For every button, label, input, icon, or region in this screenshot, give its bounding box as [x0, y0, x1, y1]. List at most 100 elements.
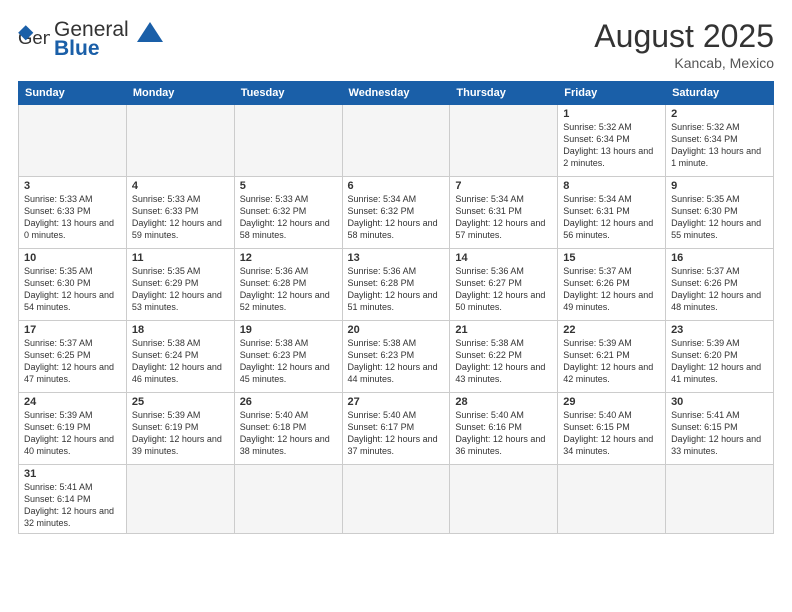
table-row: 15Sunrise: 5:37 AM Sunset: 6:26 PM Dayli… [558, 249, 666, 321]
page: General General Blue August 2025 Kancab,… [0, 0, 792, 612]
day-info: Sunrise: 5:37 AM Sunset: 6:26 PM Dayligh… [671, 265, 768, 314]
day-number: 11 [132, 252, 229, 264]
day-number: 16 [671, 252, 768, 264]
table-row: 7Sunrise: 5:34 AM Sunset: 6:31 PM Daylig… [450, 177, 558, 249]
table-row: 6Sunrise: 5:34 AM Sunset: 6:32 PM Daylig… [342, 177, 450, 249]
table-row: 4Sunrise: 5:33 AM Sunset: 6:33 PM Daylig… [126, 177, 234, 249]
day-info: Sunrise: 5:35 AM Sunset: 6:30 PM Dayligh… [24, 265, 121, 314]
table-row [19, 105, 127, 177]
day-number: 21 [455, 324, 552, 336]
table-row: 3Sunrise: 5:33 AM Sunset: 6:33 PM Daylig… [19, 177, 127, 249]
day-info: Sunrise: 5:33 AM Sunset: 6:32 PM Dayligh… [240, 193, 337, 242]
day-info: Sunrise: 5:40 AM Sunset: 6:15 PM Dayligh… [563, 409, 660, 458]
day-info: Sunrise: 5:39 AM Sunset: 6:19 PM Dayligh… [132, 409, 229, 458]
day-info: Sunrise: 5:38 AM Sunset: 6:24 PM Dayligh… [132, 337, 229, 386]
logo: General General Blue [18, 18, 165, 60]
table-row: 13Sunrise: 5:36 AM Sunset: 6:28 PM Dayli… [342, 249, 450, 321]
day-number: 22 [563, 324, 660, 336]
table-row: 18Sunrise: 5:38 AM Sunset: 6:24 PM Dayli… [126, 321, 234, 393]
title-block: August 2025 Kancab, Mexico [594, 18, 774, 71]
day-number: 8 [563, 180, 660, 192]
table-row: 29Sunrise: 5:40 AM Sunset: 6:15 PM Dayli… [558, 393, 666, 465]
table-row [126, 105, 234, 177]
day-info: Sunrise: 5:39 AM Sunset: 6:19 PM Dayligh… [24, 409, 121, 458]
table-row [342, 465, 450, 534]
day-number: 2 [671, 108, 768, 120]
day-info: Sunrise: 5:34 AM Sunset: 6:32 PM Dayligh… [348, 193, 445, 242]
calendar-week-row: 3Sunrise: 5:33 AM Sunset: 6:33 PM Daylig… [19, 177, 774, 249]
day-number: 20 [348, 324, 445, 336]
day-info: Sunrise: 5:34 AM Sunset: 6:31 PM Dayligh… [455, 193, 552, 242]
day-number: 26 [240, 396, 337, 408]
table-row: 16Sunrise: 5:37 AM Sunset: 6:26 PM Dayli… [666, 249, 774, 321]
table-row [450, 465, 558, 534]
day-info: Sunrise: 5:41 AM Sunset: 6:15 PM Dayligh… [671, 409, 768, 458]
day-info: Sunrise: 5:38 AM Sunset: 6:22 PM Dayligh… [455, 337, 552, 386]
col-thursday: Thursday [450, 82, 558, 105]
table-row: 2Sunrise: 5:32 AM Sunset: 6:34 PM Daylig… [666, 105, 774, 177]
table-row: 31Sunrise: 5:41 AM Sunset: 6:14 PM Dayli… [19, 465, 127, 534]
table-row: 17Sunrise: 5:37 AM Sunset: 6:25 PM Dayli… [19, 321, 127, 393]
day-info: Sunrise: 5:39 AM Sunset: 6:20 PM Dayligh… [671, 337, 768, 386]
table-row: 10Sunrise: 5:35 AM Sunset: 6:30 PM Dayli… [19, 249, 127, 321]
day-number: 6 [348, 180, 445, 192]
table-row: 11Sunrise: 5:35 AM Sunset: 6:29 PM Dayli… [126, 249, 234, 321]
table-row [558, 465, 666, 534]
table-row: 12Sunrise: 5:36 AM Sunset: 6:28 PM Dayli… [234, 249, 342, 321]
calendar-week-row: 17Sunrise: 5:37 AM Sunset: 6:25 PM Dayli… [19, 321, 774, 393]
table-row: 8Sunrise: 5:34 AM Sunset: 6:31 PM Daylig… [558, 177, 666, 249]
col-wednesday: Wednesday [342, 82, 450, 105]
day-number: 30 [671, 396, 768, 408]
day-number: 1 [563, 108, 660, 120]
day-number: 29 [563, 396, 660, 408]
day-number: 5 [240, 180, 337, 192]
day-number: 15 [563, 252, 660, 264]
day-number: 12 [240, 252, 337, 264]
day-info: Sunrise: 5:35 AM Sunset: 6:30 PM Dayligh… [671, 193, 768, 242]
day-number: 18 [132, 324, 229, 336]
logo-blue: Blue [54, 37, 129, 60]
calendar-week-row: 10Sunrise: 5:35 AM Sunset: 6:30 PM Dayli… [19, 249, 774, 321]
table-row [666, 465, 774, 534]
table-row [234, 465, 342, 534]
day-info: Sunrise: 5:32 AM Sunset: 6:34 PM Dayligh… [671, 121, 768, 170]
day-number: 9 [671, 180, 768, 192]
day-info: Sunrise: 5:41 AM Sunset: 6:14 PM Dayligh… [24, 481, 121, 530]
table-row: 9Sunrise: 5:35 AM Sunset: 6:30 PM Daylig… [666, 177, 774, 249]
day-number: 27 [348, 396, 445, 408]
day-info: Sunrise: 5:39 AM Sunset: 6:21 PM Dayligh… [563, 337, 660, 386]
col-friday: Friday [558, 82, 666, 105]
table-row: 27Sunrise: 5:40 AM Sunset: 6:17 PM Dayli… [342, 393, 450, 465]
logo-icon: General [18, 25, 50, 53]
table-row: 19Sunrise: 5:38 AM Sunset: 6:23 PM Dayli… [234, 321, 342, 393]
table-row: 26Sunrise: 5:40 AM Sunset: 6:18 PM Dayli… [234, 393, 342, 465]
day-info: Sunrise: 5:32 AM Sunset: 6:34 PM Dayligh… [563, 121, 660, 170]
day-number: 4 [132, 180, 229, 192]
day-info: Sunrise: 5:38 AM Sunset: 6:23 PM Dayligh… [240, 337, 337, 386]
day-info: Sunrise: 5:33 AM Sunset: 6:33 PM Dayligh… [24, 193, 121, 242]
day-info: Sunrise: 5:34 AM Sunset: 6:31 PM Dayligh… [563, 193, 660, 242]
logo-triangle-icon [135, 20, 165, 50]
calendar-week-row: 1Sunrise: 5:32 AM Sunset: 6:34 PM Daylig… [19, 105, 774, 177]
day-info: Sunrise: 5:37 AM Sunset: 6:25 PM Dayligh… [24, 337, 121, 386]
day-info: Sunrise: 5:35 AM Sunset: 6:29 PM Dayligh… [132, 265, 229, 314]
table-row: 1Sunrise: 5:32 AM Sunset: 6:34 PM Daylig… [558, 105, 666, 177]
table-row: 30Sunrise: 5:41 AM Sunset: 6:15 PM Dayli… [666, 393, 774, 465]
day-number: 7 [455, 180, 552, 192]
day-info: Sunrise: 5:37 AM Sunset: 6:26 PM Dayligh… [563, 265, 660, 314]
table-row: 5Sunrise: 5:33 AM Sunset: 6:32 PM Daylig… [234, 177, 342, 249]
table-row [342, 105, 450, 177]
day-number: 25 [132, 396, 229, 408]
day-number: 10 [24, 252, 121, 264]
day-info: Sunrise: 5:40 AM Sunset: 6:18 PM Dayligh… [240, 409, 337, 458]
day-number: 31 [24, 468, 121, 480]
calendar-table: Sunday Monday Tuesday Wednesday Thursday… [18, 81, 774, 534]
table-row: 24Sunrise: 5:39 AM Sunset: 6:19 PM Dayli… [19, 393, 127, 465]
col-saturday: Saturday [666, 82, 774, 105]
col-monday: Monday [126, 82, 234, 105]
col-tuesday: Tuesday [234, 82, 342, 105]
table-row [234, 105, 342, 177]
day-number: 13 [348, 252, 445, 264]
header: General General Blue August 2025 Kancab,… [18, 18, 774, 71]
calendar-week-row: 24Sunrise: 5:39 AM Sunset: 6:19 PM Dayli… [19, 393, 774, 465]
